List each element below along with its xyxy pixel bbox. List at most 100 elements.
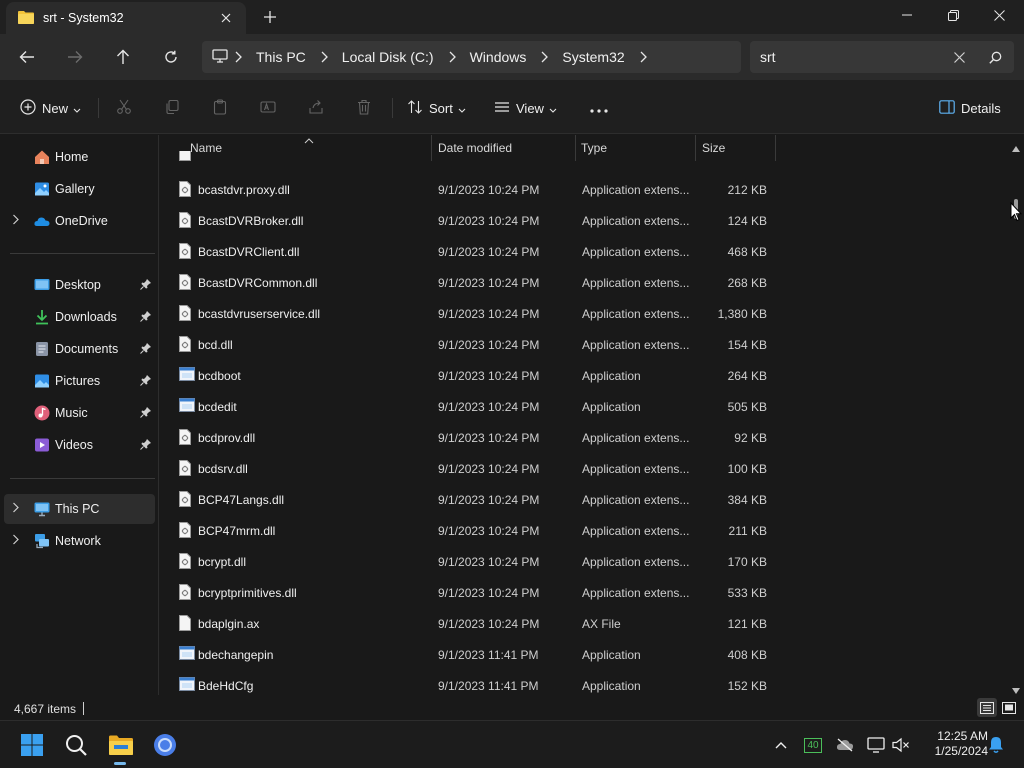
sidebar-item-music[interactable]: Music bbox=[4, 398, 155, 428]
view-button[interactable]: View bbox=[494, 94, 557, 122]
plus-icon[interactable] bbox=[258, 6, 282, 28]
new-button[interactable]: New bbox=[20, 94, 81, 122]
close-icon[interactable] bbox=[216, 8, 236, 28]
desktop-icon bbox=[34, 277, 50, 293]
file-size: 505 KB bbox=[727, 400, 767, 414]
table-row[interactable]: bcdprov.dll 9/1/2023 10:24 PM Application … bbox=[171, 421, 779, 452]
breadcrumb-windows[interactable]: Windows bbox=[470, 49, 527, 65]
details-view-button[interactable] bbox=[977, 698, 997, 717]
close-icon[interactable] bbox=[976, 0, 1022, 30]
dll-file-icon bbox=[179, 305, 193, 321]
window-tab[interactable]: srt - System32 bbox=[6, 2, 246, 34]
sidebar-item-videos[interactable]: Videos bbox=[4, 430, 155, 460]
item-count: 4,667 items bbox=[14, 702, 77, 716]
file-size: 170 KB bbox=[727, 555, 767, 569]
sidebar-item-onedrive[interactable]: OneDrive bbox=[4, 206, 155, 236]
music-icon bbox=[34, 405, 50, 421]
sidebar-item-network[interactable]: Network bbox=[4, 526, 155, 556]
table-row[interactable]: BcastDVRCommon.dll 9/1/2023 10:24 PM Appli… bbox=[171, 266, 779, 297]
address-bar[interactable]: This PC Local Disk (C:) Windows System32 bbox=[202, 41, 741, 73]
breadcrumb-local-disk[interactable]: Local Disk (C:) bbox=[342, 49, 434, 65]
table-row[interactable]: BcastDVRClient.dll 9/1/2023 10:24 PM Appli… bbox=[171, 235, 779, 266]
search-box[interactable] bbox=[750, 41, 1014, 73]
file-type: Application extens... bbox=[582, 431, 690, 445]
refresh-icon[interactable] bbox=[155, 43, 187, 71]
chevron-right-icon[interactable] bbox=[12, 502, 19, 516]
more-options-button[interactable] bbox=[590, 94, 608, 122]
scroll-up-icon[interactable] bbox=[1012, 141, 1020, 155]
file-explorer-icon[interactable] bbox=[106, 731, 136, 765]
clear-icon[interactable] bbox=[950, 48, 968, 66]
chevron-right-icon[interactable] bbox=[12, 534, 19, 548]
minimize-icon[interactable] bbox=[884, 0, 930, 30]
delete-button[interactable] bbox=[356, 94, 372, 122]
cut-button[interactable] bbox=[116, 94, 132, 122]
file-size: 212 KB bbox=[727, 183, 767, 197]
dll-file-icon bbox=[179, 336, 193, 352]
chevron-right-icon[interactable] bbox=[448, 51, 456, 63]
details-pane-button[interactable]: Details bbox=[939, 94, 1001, 122]
sidebar-item-home[interactable]: Home bbox=[4, 142, 155, 172]
clock[interactable]: 12:25 AM 1/25/2024 bbox=[918, 729, 988, 759]
table-row[interactable]: BdeHdCfg 9/1/2023 11:41 PM Application 152 … bbox=[171, 669, 779, 695]
pin-icon[interactable] bbox=[140, 342, 152, 357]
pin-icon[interactable] bbox=[140, 406, 152, 421]
pin-icon[interactable] bbox=[140, 374, 152, 389]
search-icon[interactable] bbox=[62, 731, 90, 759]
sort-button[interactable]: Sort bbox=[407, 94, 466, 122]
table-row[interactable]: bcdboot 9/1/2023 10:24 PM Application 264 K… bbox=[171, 359, 779, 390]
sidebar-item-pictures[interactable]: Pictures bbox=[4, 366, 155, 396]
table-row[interactable]: bcastdvr.proxy.dll 9/1/2023 10:24 PM Appli… bbox=[171, 173, 779, 204]
notification-bell-icon[interactable] bbox=[986, 735, 1006, 755]
file-name: BcastDVRBroker.dll bbox=[198, 214, 304, 228]
table-row[interactable]: bcdsrv.dll 9/1/2023 10:24 PM Application e… bbox=[171, 452, 779, 483]
copy-button[interactable] bbox=[164, 94, 180, 122]
table-row[interactable]: BCP47Langs.dll 9/1/2023 10:24 PM Applicati… bbox=[171, 483, 779, 514]
restore-icon[interactable] bbox=[930, 0, 976, 30]
chevron-right-icon[interactable] bbox=[540, 51, 549, 63]
chevron-right-icon[interactable] bbox=[234, 51, 242, 63]
table-row[interactable]: bcd.dll 9/1/2023 10:24 PM Application exte… bbox=[171, 328, 779, 359]
table-row[interactable]: BCP47mrm.dll 9/1/2023 10:24 PM Application… bbox=[171, 514, 779, 545]
share-button[interactable] bbox=[308, 94, 324, 122]
breadcrumb-this-pc[interactable]: This PC bbox=[256, 49, 306, 65]
back-arrow-icon[interactable] bbox=[11, 43, 43, 71]
chrome-icon[interactable] bbox=[151, 731, 179, 759]
table-row[interactable]: bdechangepin 9/1/2023 11:41 PM Application… bbox=[171, 638, 779, 669]
search-icon[interactable] bbox=[986, 48, 1004, 66]
forward-arrow-icon[interactable] bbox=[59, 43, 91, 71]
sidebar-item-documents[interactable]: Documents bbox=[4, 334, 155, 364]
table-row-partial[interactable] bbox=[171, 151, 779, 163]
pin-icon[interactable] bbox=[140, 438, 152, 453]
sidebar-item-gallery[interactable]: Gallery bbox=[4, 174, 155, 204]
large-icons-view-button[interactable] bbox=[999, 698, 1019, 717]
table-row[interactable]: bcrypt.dll 9/1/2023 10:24 PM Application e… bbox=[171, 545, 779, 576]
paste-button[interactable] bbox=[212, 94, 228, 122]
rename-button[interactable] bbox=[260, 94, 276, 122]
table-row[interactable]: bdaplgin.ax 9/1/2023 10:24 PM AX File 121 K… bbox=[171, 607, 779, 638]
windows-start-icon[interactable] bbox=[18, 731, 46, 759]
pin-icon[interactable] bbox=[140, 310, 152, 325]
breadcrumb-system32[interactable]: System32 bbox=[562, 49, 624, 65]
table-row[interactable]: bcdedit 9/1/2023 10:24 PM Application 505 K… bbox=[171, 390, 779, 421]
table-row[interactable]: bcastdvruserservice.dll 9/1/2023 10:24 PM… bbox=[171, 297, 779, 328]
chevron-right-icon[interactable] bbox=[639, 51, 647, 63]
table-row[interactable]: bcryptprimitives.dll 9/1/2023 10:24 PM App… bbox=[171, 576, 779, 607]
file-size: 154 KB bbox=[727, 338, 767, 352]
file-size: 408 KB bbox=[727, 648, 767, 662]
pin-icon[interactable] bbox=[140, 278, 152, 293]
cloud-offline-icon[interactable] bbox=[835, 735, 855, 755]
chevron-right-icon[interactable] bbox=[12, 214, 19, 228]
tray-app-badge-icon[interactable]: 40 bbox=[803, 735, 823, 755]
file-type: Application extens... bbox=[582, 183, 690, 197]
up-arrow-icon[interactable] bbox=[107, 43, 139, 71]
network-status-icon[interactable] bbox=[866, 735, 886, 755]
sidebar-item-downloads[interactable]: Downloads bbox=[4, 302, 155, 332]
chevron-up-icon[interactable] bbox=[771, 735, 791, 755]
sidebar-item-desktop[interactable]: Desktop bbox=[4, 270, 155, 300]
sidebar-item-this-pc[interactable]: This PC bbox=[4, 494, 155, 524]
search-input[interactable] bbox=[760, 49, 940, 65]
volume-muted-icon[interactable] bbox=[891, 735, 911, 755]
table-row[interactable]: BcastDVRBroker.dll 9/1/2023 10:24 PM Appli… bbox=[171, 204, 779, 235]
chevron-right-icon[interactable] bbox=[320, 51, 328, 63]
